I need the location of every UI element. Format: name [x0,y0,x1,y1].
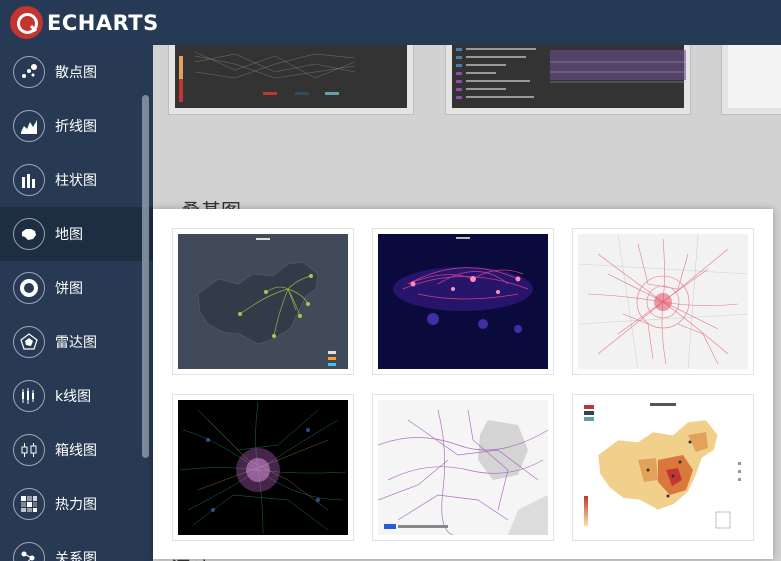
sidebar-item-graph[interactable]: 关系图 [0,531,153,561]
sidebar-item-candlestick[interactable]: k线图 [0,369,153,423]
thumb-china-province-map[interactable] [572,394,754,541]
sidebar-item-label: k线图 [55,389,92,405]
echarts-logo-icon[interactable] [10,6,43,39]
sidebar-item-map[interactable]: 地图 [0,207,153,261]
radar-chart-icon [13,326,45,358]
logo-text[interactable]: ECHARTS [47,11,159,35]
line-chart-icon [13,110,45,142]
thumb-beijing-bus-lines-light[interactable] [572,228,754,375]
sidebar-item-label: 地图 [55,227,83,243]
sidebar-item-line[interactable]: 折线图 [0,99,153,153]
thumb-baidu-map-lines[interactable] [372,394,554,541]
sidebar-item-label: 关系图 [55,551,97,561]
sidebar-item-radar[interactable]: 雷达图 [0,315,153,369]
sidebar-item-label: 箱线图 [55,443,97,459]
boxplot-icon [13,434,45,466]
sidebar-item-label: 折线图 [55,119,97,135]
sidebar-item-label: 雷达图 [55,335,97,351]
top-header: ECHARTS [0,0,781,45]
sidebar-item-heatmap[interactable]: 热力图 [0,477,153,531]
sidebar-item-boxplot[interactable]: 箱线图 [0,423,153,477]
graph-icon [13,542,45,561]
sidebar-item-label: 散点图 [55,65,97,81]
sidebar-item-label: 柱状图 [55,173,97,189]
sidebar-item-label: 饼图 [55,281,83,297]
sidebar-item-label: 热力图 [55,497,97,513]
bg-card-parallel[interactable] [168,45,414,115]
thumb-china-flight-map[interactable] [172,228,354,375]
scatter-icon [13,56,45,88]
bg-card-partial[interactable] [721,45,781,115]
bar-chart-icon [13,164,45,196]
sidebar-item-bar[interactable]: 柱状图 [0,153,153,207]
map-submenu-popup [153,209,773,559]
sidebar-item-pie[interactable]: 饼图 [0,261,153,315]
sidebar: 散点图 折线图 柱状图 地图 饼图 雷达图 k线图 箱线图 热力图 关系图 [0,45,153,561]
sidebar-scrollbar[interactable] [142,95,149,458]
thumb-beijing-bus-lines-dark[interactable] [172,394,354,541]
thumb-global-flights[interactable] [372,228,554,375]
heatmap-icon [13,488,45,520]
sidebar-item-scatter[interactable]: 散点图 [0,45,153,99]
candlestick-icon [13,380,45,412]
map-icon [13,218,45,250]
bg-card-parallel-legend[interactable] [445,45,691,115]
pie-chart-icon [13,272,45,304]
